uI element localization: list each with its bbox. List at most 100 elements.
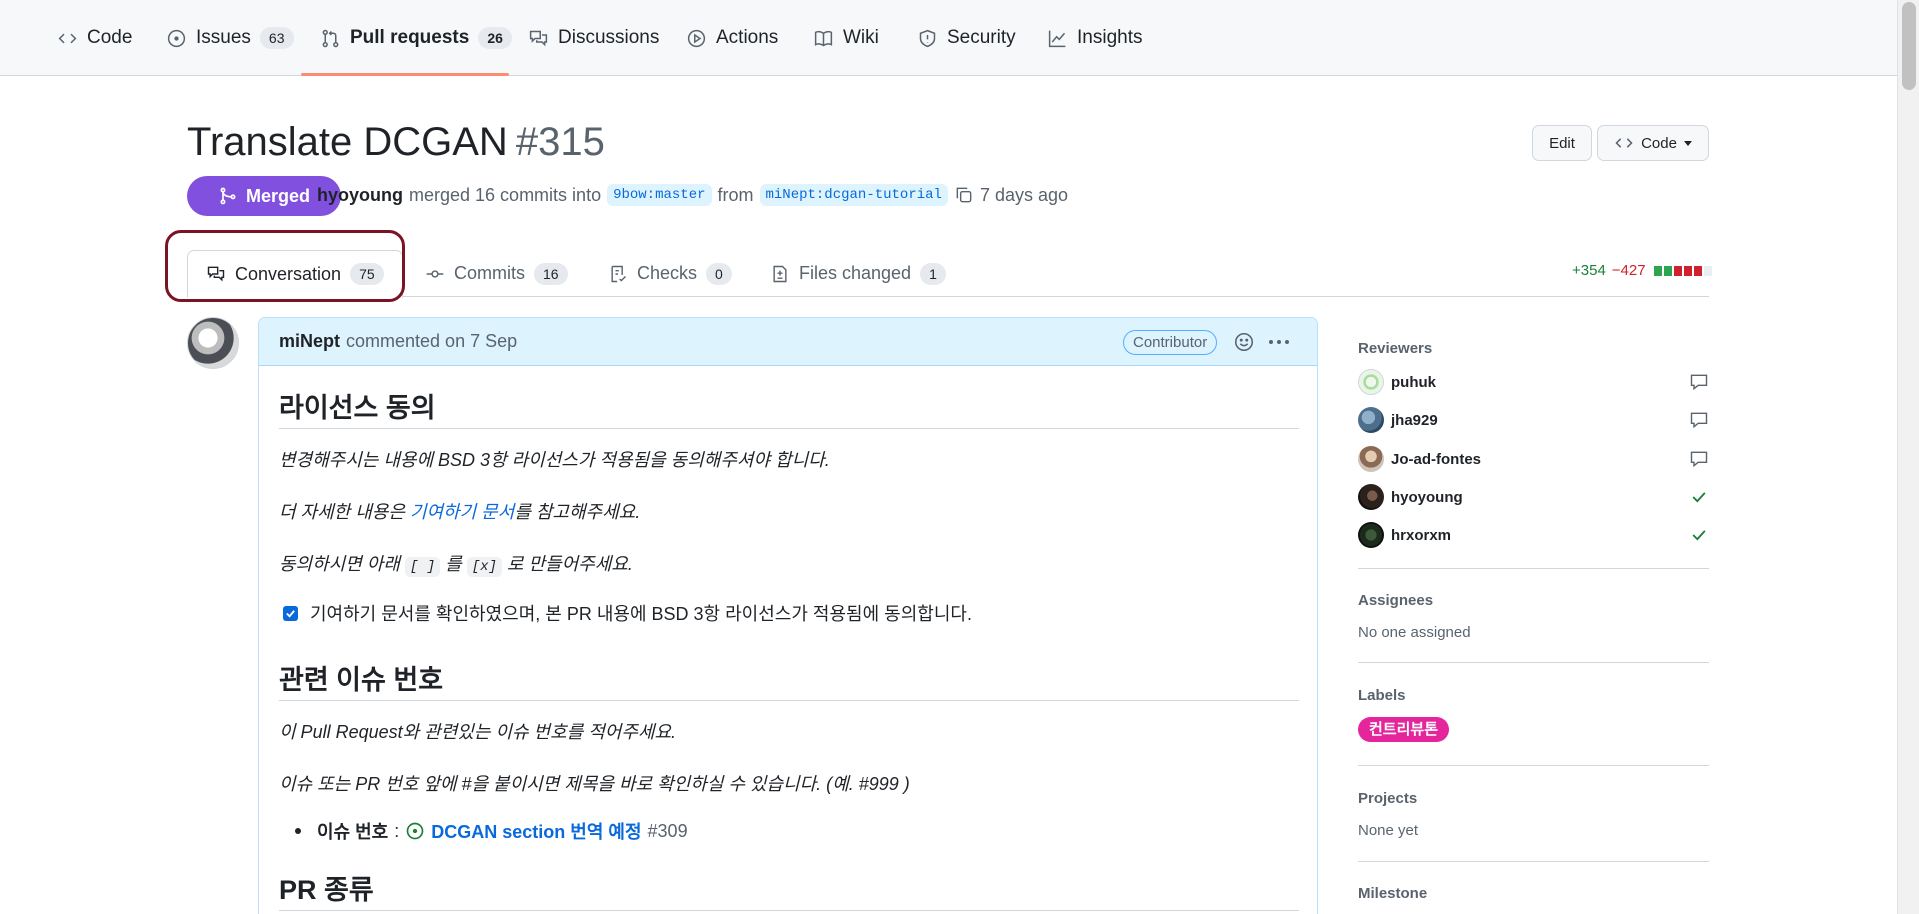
git-commit-icon [426,269,444,278]
tab-label: Commits [454,263,525,283]
pr-author[interactable]: hyoyoung [317,185,403,206]
edit-button[interactable]: Edit [1532,125,1592,161]
task-checkbox[interactable] [283,605,298,621]
avatar [1358,369,1384,395]
git-merge-icon [220,187,236,205]
reviewer-item[interactable]: hrxorxm [1358,521,1709,549]
diffstat-block [1703,265,1712,276]
repo-tab-code[interactable]: Code [57,0,132,76]
repo-tab-pull-requests[interactable]: Pull requests 26 [320,0,512,76]
checked-code: [x] [466,557,502,577]
smiley-icon[interactable] [1233,331,1255,353]
assignees-value: No one assigned [1358,624,1471,641]
repo-tab-insights[interactable]: Insights [1047,0,1142,76]
issue-opened-icon [406,822,424,840]
reviewer-item[interactable]: jha929 [1358,406,1709,434]
colon: : [394,820,400,841]
reviewer-item[interactable]: hyoyoung [1358,483,1709,511]
deletions-count: −427 [1611,262,1646,279]
reviewers-heading[interactable]: Reviewers [1358,340,1432,357]
tab-checks[interactable]: Checks 0 [608,250,732,297]
from-text: from [717,184,754,205]
pr-tabs: Conversation 75 Commits 16 Checks 0 File… [187,250,1709,298]
repo-nav: Code Issues 63 Pull requests 26 Discussi… [0,0,1897,76]
labels-heading[interactable]: Labels [1358,687,1406,704]
unchecked-code: [ ] [404,557,441,577]
edit-button-label: Edit [1549,134,1575,152]
repo-tab-label: Discussions [558,27,660,48]
assignees-heading[interactable]: Assignees [1358,592,1433,609]
diffstat-block [1653,265,1662,276]
selected-tab-underline [301,73,509,76]
code-dropdown-button[interactable]: Code [1597,125,1709,161]
license-paragraph-2: 더 자세한 내용은 기여하기 문서를 참고해주세요. [279,498,640,524]
repo-tab-actions[interactable]: Actions [686,0,778,76]
base-branch[interactable]: 9bow:master [607,184,712,206]
tab-counter: 0 [706,262,732,285]
copy-icon[interactable] [954,185,974,205]
repo-tab-label: Wiki [843,27,879,48]
avatar [1358,522,1384,548]
projects-heading[interactable]: Projects [1358,790,1417,807]
git-pull-request-icon [322,29,339,47]
state-label: Merged [245,185,310,206]
page-scrollbar[interactable] [1897,0,1919,914]
check-icon [286,609,295,618]
avatar [1358,446,1384,472]
reviewer-item[interactable]: puhuk [1358,368,1709,396]
comment-action[interactable]: commented on 7 Sep [346,331,517,352]
milestone-heading[interactable]: Milestone [1358,885,1427,902]
heading-divider [279,910,1299,911]
shield-icon [919,29,936,47]
scrollbar-thumb[interactable] [1902,2,1916,90]
reviewer-name: Jo-ad-fontes [1391,450,1481,468]
contributing-doc-link[interactable]: 기여하기 문서 [410,502,514,522]
check-icon [1692,492,1706,503]
diffstat[interactable]: +354 −427 [1572,262,1712,279]
bullet-dot [295,828,301,834]
issue-heading: 관련 이슈 번호 [279,665,444,695]
license-p2-suffix: 를 참고해주세요. [514,502,641,522]
avatar [1358,484,1384,510]
projects-value: None yet [1358,822,1419,839]
sidebar-divider [1358,861,1709,862]
tab-commits[interactable]: Commits 16 [425,250,568,297]
checklist-icon [611,265,627,282]
sidebar-divider [1358,568,1709,569]
comment-author[interactable]: miNept [279,331,340,352]
avatar[interactable] [187,317,239,369]
reviewer-name: hyoyoung [1391,488,1463,506]
pr-meta: hyoyoung merged 16 commits into 9bow:mas… [317,184,1068,206]
role-badge: Contributor [1123,330,1218,355]
issue-link-number[interactable]: #309 [648,821,688,842]
repo-tab-label: Insights [1077,27,1143,48]
tab-counter: 16 [534,262,568,285]
repo-tab-issues[interactable]: Issues 63 [166,0,294,76]
label-badge[interactable]: 컨트리뷰톤 [1358,717,1450,742]
repo-tab-label: Security [947,27,1016,48]
tab-counter: 1 [920,262,946,285]
repo-tab-security[interactable]: Security [917,0,1016,76]
pr-number: #315 [515,120,605,164]
issue-bullet-label: 이슈 번호 [317,822,389,842]
repo-tab-discussions[interactable]: Discussions [528,0,659,76]
tab-label: Files changed [799,263,912,283]
kebab-horizontal-icon[interactable] [1267,331,1291,353]
repo-tab-wiki[interactable]: Wiki [813,0,879,76]
list-item: 이슈 번호: DCGAN section 번역 예정 #309 [295,818,688,844]
diffstat-block [1673,265,1682,276]
reviewer-item[interactable]: Jo-ad-fontes [1358,445,1709,473]
issue-link[interactable]: DCGAN section 번역 예정 [431,818,641,844]
license-heading: 라이선스 동의 [279,393,436,423]
issues-counter: 63 [259,27,294,49]
tab-files-changed[interactable]: Files changed 1 [770,250,946,297]
triangle-down-icon [1683,140,1692,146]
repo-tab-label: Pull requests [350,27,470,48]
reviewer-name: jha929 [1391,411,1438,429]
license-p3-mid: 를 [440,554,467,574]
code-icon [1615,138,1633,148]
diffstat-block [1663,265,1672,276]
play-icon [687,29,706,47]
graph-icon [1048,30,1066,47]
head-branch[interactable]: miNept:dcgan-tutorial [759,184,948,206]
